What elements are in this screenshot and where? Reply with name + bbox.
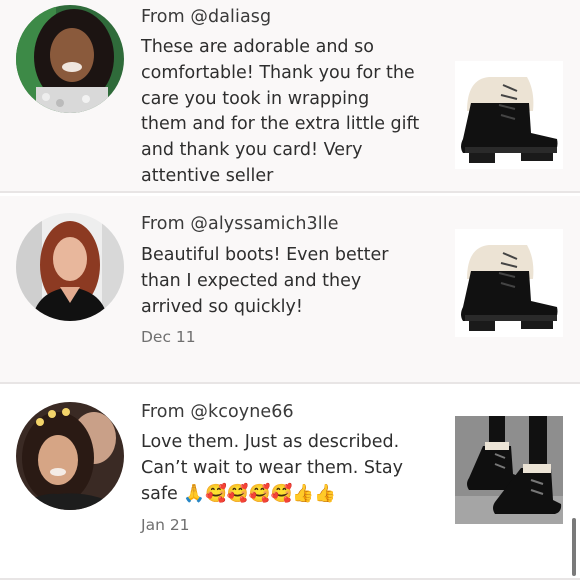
review-text-line: and thank you card! Very	[141, 140, 363, 161]
review-date: Dec 11	[141, 328, 196, 346]
review-text: Love them. Just as described. Can’t wait…	[141, 430, 441, 507]
review-text: Beautiful boots! Even better than I expe…	[141, 243, 441, 320]
review-text-line: safe 🙏🥰🥰🥰🥰👍👍	[141, 483, 336, 504]
review-item: From @daliasg These are adorable and so …	[0, 0, 580, 191]
review-text: These are adorable and so comfortable! T…	[141, 35, 441, 190]
reviewer-handle[interactable]: From @daliasg	[141, 7, 271, 27]
review-text-line: Love them. Just as described.	[141, 432, 400, 452]
review-text-line: attentive seller	[141, 165, 274, 186]
boot-icon	[455, 61, 563, 169]
reviewer-avatar[interactable]	[16, 402, 124, 510]
reviewer-handle[interactable]: From @alyssamich3lle	[141, 214, 339, 234]
reviewer-avatar[interactable]	[16, 213, 124, 321]
review-text-line: comfortable! Thank you for the	[141, 62, 415, 83]
product-thumbnail[interactable]	[455, 416, 563, 524]
reviewer-avatar[interactable]	[16, 5, 124, 113]
review-text-line: arrived so quickly!	[141, 296, 303, 317]
review-text-line: These are adorable and so	[141, 37, 374, 57]
review-text-line: Can’t wait to wear them. Stay	[141, 457, 403, 478]
reviewer-handle[interactable]: From @kcoyne66	[141, 402, 294, 422]
product-thumbnail[interactable]	[455, 229, 563, 337]
boot-icon	[455, 229, 563, 337]
review-text-line: Beautiful boots! Even better	[141, 245, 389, 265]
reviews-feed: From @daliasg These are adorable and so …	[0, 0, 580, 580]
review-divider	[0, 382, 580, 384]
review-date: Jan 21	[141, 516, 190, 534]
scrollbar[interactable]	[572, 518, 576, 576]
review-item: From @alyssamich3lle Beautiful boots! Ev…	[0, 196, 580, 382]
review-item: From @kcoyne66 Love them. Just as descri…	[0, 387, 580, 580]
review-divider	[0, 191, 580, 193]
boot-icon	[455, 416, 563, 524]
review-text-line: than I expected and they	[141, 270, 362, 291]
review-text-line: care you took in wrapping	[141, 88, 370, 109]
review-text-line: them and for the extra little gift	[141, 114, 420, 135]
product-thumbnail[interactable]	[455, 61, 563, 169]
